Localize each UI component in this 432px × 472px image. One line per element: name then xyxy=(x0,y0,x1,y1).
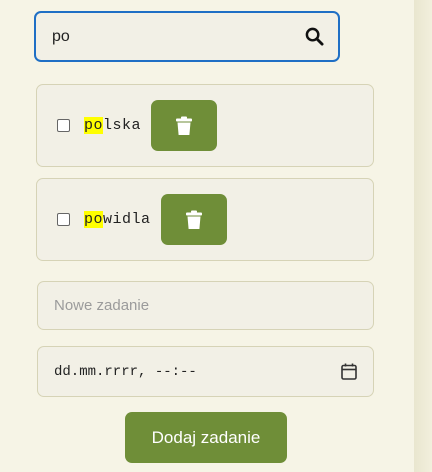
trash-icon xyxy=(185,210,202,229)
add-task-button[interactable]: Dodaj zadanie xyxy=(125,412,287,463)
due-date-input[interactable]: dd.mm.rrrr, --:-- xyxy=(37,346,374,397)
search-value[interactable]: po xyxy=(52,28,304,46)
task-item: polska xyxy=(36,84,374,167)
task-checkbox[interactable] xyxy=(57,213,70,226)
search-highlight: po xyxy=(84,117,104,134)
trash-icon xyxy=(176,116,193,135)
calendar-icon[interactable] xyxy=(341,363,357,380)
delete-button[interactable] xyxy=(151,100,218,151)
page-edge xyxy=(414,0,432,472)
new-task-input[interactable]: Nowe zadanie xyxy=(37,281,374,330)
task-text-rest: lska xyxy=(103,117,142,134)
task-text: powidla xyxy=(84,211,151,228)
delete-button[interactable] xyxy=(160,194,227,245)
search-highlight: po xyxy=(84,211,104,228)
search-icon[interactable] xyxy=(304,27,324,47)
task-item: powidla xyxy=(36,178,374,261)
task-checkbox[interactable] xyxy=(57,119,70,132)
date-value[interactable]: dd.mm.rrrr, --:-- xyxy=(54,364,341,380)
new-task-placeholder: Nowe zadanie xyxy=(54,297,150,314)
search-input[interactable]: po xyxy=(34,11,340,62)
task-text-rest: widla xyxy=(103,211,151,228)
task-text: polska xyxy=(84,117,141,134)
